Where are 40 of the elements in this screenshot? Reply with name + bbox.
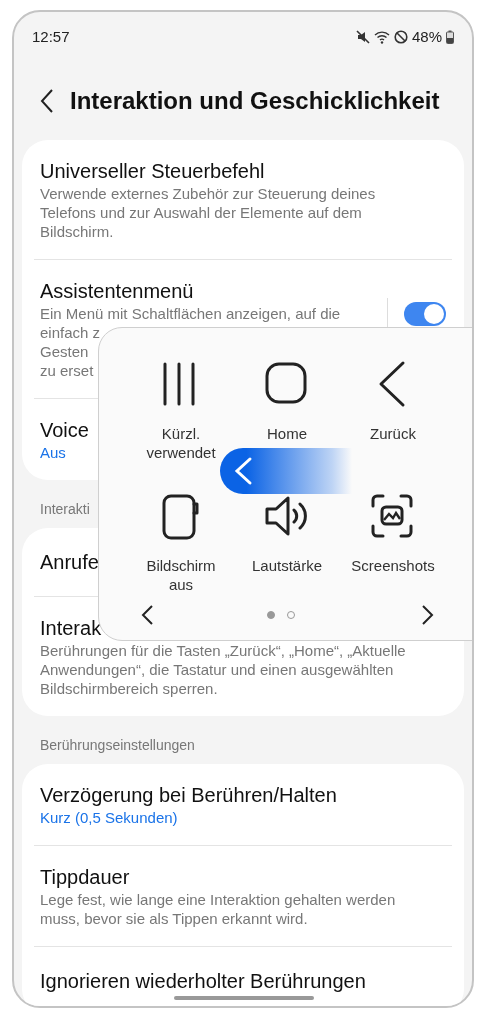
setting-description: Verwende externes Zubehör zur Steuerung deines Telefons und zur Auswahl der Elemente auf dem Bildschirm.	[40, 184, 377, 241]
setting-title[interactable]: Verzögerung bei Berühren/Halten	[40, 782, 337, 808]
setting-title[interactable]: Universeller Steuerbefehl	[40, 158, 265, 184]
assistant-menu-button[interactable]: Zurück	[369, 360, 417, 482]
setting-description: Lege fest, wie lange eine Interaktion gehalten werden muss, bevor sie als Tippen erkannt wird.	[40, 890, 397, 928]
next-page-button[interactable]	[421, 604, 435, 626]
section-header: Interakti	[40, 501, 90, 517]
menu-handle[interactable]	[220, 448, 352, 494]
setting-title[interactable]: Voice	[40, 417, 89, 443]
setting-description: Ein Menü mit Schaltflächen anzeigen, auf die	[40, 304, 341, 323]
assistant-menu-button[interactable]: Kürzl. verwendet	[135, 360, 227, 482]
setting-description: Gesten	[40, 342, 89, 361]
previous-page-button[interactable]	[140, 604, 154, 626]
mute-icon	[355, 30, 370, 44]
setting-value: Kurz (0,5 Sekunden)	[40, 808, 178, 827]
assistant-menu-button[interactable]: Bildschirm aus	[135, 492, 227, 614]
page-title: Interaktion und Geschicklichkeit	[70, 86, 440, 116]
setting-title[interactable]: Assistentenmenü	[40, 278, 194, 304]
battery-percentage: 48%	[411, 26, 442, 47]
toggle-switch[interactable]	[404, 302, 446, 326]
setting-title[interactable]: Ignorieren wiederholter Berührungen	[40, 968, 366, 994]
back-icon[interactable]	[40, 89, 54, 113]
setting-description: einfach z	[40, 323, 101, 342]
chevron-left-icon	[140, 604, 154, 626]
wifi-icon	[373, 30, 390, 44]
setting-description: Berührungen für die Tasten „Zurück“, „Home“, „Aktuelle Anwendungen“, die Tastatur und einen ausgewählten Bildschirmbereich sperren.	[40, 641, 407, 698]
assistant-menu-button[interactable]: Home	[263, 360, 311, 482]
assistant-menu-button[interactable]: Screenshots	[351, 492, 435, 614]
setting-description: zu erset	[40, 361, 94, 380]
status-time: 12:57	[32, 26, 70, 47]
assistant-menu-button[interactable]: Lautstärke	[251, 492, 322, 614]
battery-icon	[446, 30, 454, 44]
chevron-left-icon	[232, 456, 254, 486]
setting-title[interactable]: Tippdauer	[40, 864, 130, 890]
chevron-right-icon	[421, 604, 435, 626]
section-header: Berührungseinstellungen	[40, 737, 195, 753]
setting-value: Aus	[40, 443, 66, 462]
setting-title[interactable]: Anrufe	[40, 549, 99, 575]
do-not-disturb-icon	[393, 30, 408, 44]
setting-title[interactable]: Interak	[40, 615, 102, 641]
